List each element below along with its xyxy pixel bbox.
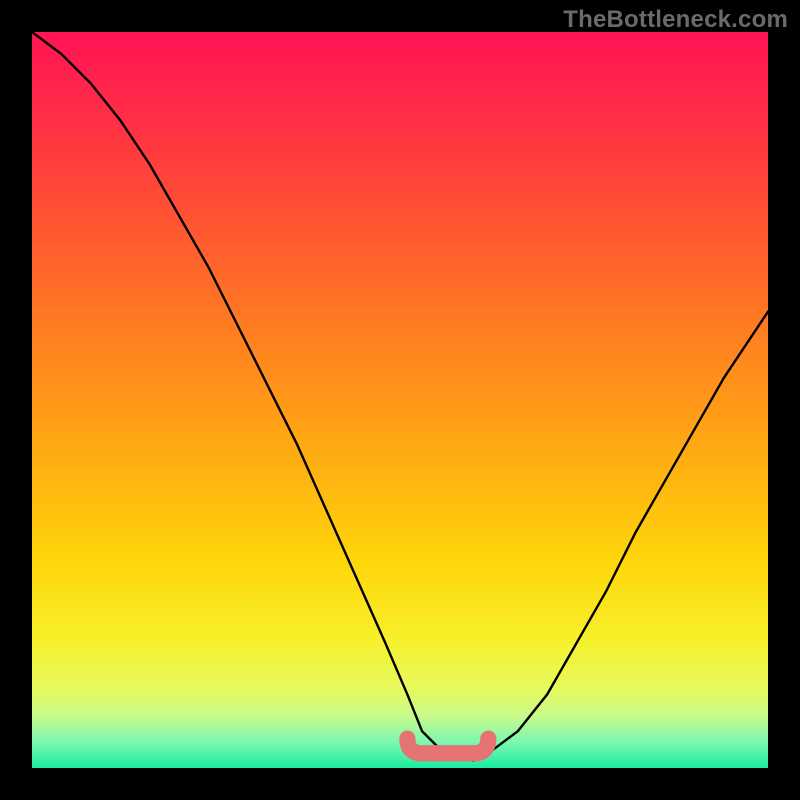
plot-area <box>32 32 768 768</box>
watermark-label: TheBottleneck.com <box>563 6 788 34</box>
gradient-background <box>32 32 768 768</box>
bottleneck-curve-chart <box>32 32 768 768</box>
chart-frame: TheBottleneck.com <box>0 0 800 800</box>
